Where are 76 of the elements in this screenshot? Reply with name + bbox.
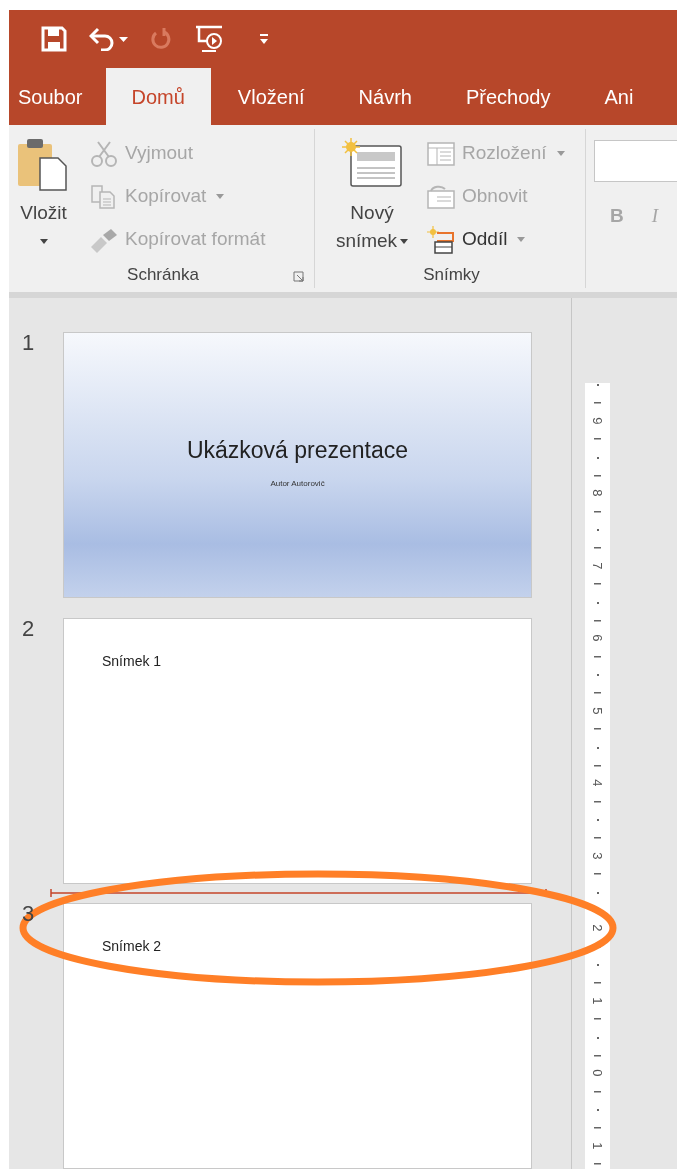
ruler-label: 9	[589, 416, 607, 424]
ruler-tick	[597, 746, 599, 749]
ribbon-tab[interactable]: Ani	[577, 68, 661, 125]
ruler-tick	[594, 873, 601, 875]
ribbon-tab[interactable]: Domů	[105, 68, 211, 125]
slide-title: Ukázková prezentace	[186, 436, 409, 465]
ruler-tick	[594, 1090, 601, 1093]
ruler-label: 4	[589, 779, 607, 787]
ruler-tick	[594, 438, 601, 440]
ruler-tick	[594, 692, 601, 694]
ruler-label: 0	[589, 1069, 607, 1077]
ruler-tick	[594, 1163, 601, 1165]
ruler-tick	[594, 837, 601, 839]
ruler-tick	[594, 800, 601, 803]
ruler-label: 5	[589, 706, 607, 714]
group-label: Schránka	[127, 264, 199, 287]
ruler-tick	[594, 474, 601, 477]
redo-icon	[150, 27, 172, 51]
ruler-tick	[594, 764, 601, 767]
ruler-tick	[597, 529, 599, 531]
ruler-tick	[597, 601, 599, 604]
save-icon	[41, 26, 67, 52]
ruler-tick	[594, 982, 601, 984]
slide-title: Snímek 2	[102, 938, 162, 954]
ribbon-tab[interactable]: Návrh	[331, 68, 439, 125]
ruler-label: 3	[589, 851, 607, 859]
font-name-field[interactable]	[594, 140, 677, 182]
slide-thumbnail[interactable]: Snímek 1	[63, 617, 532, 884]
group-label: Snímky	[423, 264, 480, 287]
new-slide-icon	[341, 138, 403, 190]
ruler-tick	[597, 456, 599, 459]
ruler-tick	[594, 1127, 601, 1129]
reset-icon	[427, 184, 455, 209]
ruler-label: 2	[589, 924, 607, 932]
ruler-tick	[594, 583, 601, 585]
ruler-tick	[597, 1036, 599, 1039]
ruler-tick	[594, 1018, 601, 1020]
ruler-tick	[597, 1109, 599, 1111]
ruler-tick	[597, 674, 599, 676]
new-slide-button[interactable]: Nový snímek	[318, 129, 426, 262]
ruler-label: 1	[589, 996, 607, 1004]
scissors-icon	[90, 139, 118, 168]
slide-thumbnail[interactable]: Ukázková prezentace Autor Autorovič	[63, 332, 532, 598]
ruler-tick	[594, 1054, 601, 1057]
slide-number: 2	[21, 617, 36, 643]
ribbon-tab[interactable]: Přechody	[438, 68, 578, 125]
ruler-tick	[594, 547, 601, 549]
ruler-tick	[597, 384, 599, 386]
ruler-tick	[594, 655, 601, 658]
ruler-tick	[594, 619, 601, 622]
ruler-tick	[594, 510, 601, 513]
slide-title: Snímek 1	[102, 652, 162, 669]
slide-number: 1	[21, 332, 36, 357]
layout-icon	[427, 141, 455, 166]
paste-button[interactable]: Vložit	[12, 129, 75, 262]
ruler-tick	[597, 964, 599, 966]
ruler-tick	[597, 819, 599, 821]
ruler-label: 1	[589, 1141, 607, 1149]
ribbon-tab[interactable]: Soubor	[18, 68, 106, 125]
ruler-label: 6	[589, 634, 607, 642]
ruler-label: 7	[589, 561, 607, 569]
undo-icon	[89, 27, 115, 51]
ruler-tick	[594, 728, 601, 730]
slide-subtitle: Autor Autorovič	[270, 477, 325, 490]
customize-icon	[258, 33, 270, 45]
slideshow-icon	[194, 25, 224, 53]
ruler-tick	[594, 402, 601, 404]
dialog-launcher-icon[interactable]	[293, 271, 304, 282]
ribbon-tab[interactable]: Vložení	[210, 68, 332, 125]
section-button[interactable]: Oddíl	[426, 218, 565, 261]
section-icon	[427, 225, 455, 254]
slide-thumbnail[interactable]: Snímek 2	[63, 903, 532, 1169]
ruler-label: 8	[589, 489, 607, 497]
copy-icon	[90, 183, 118, 210]
paintbrush-icon	[89, 226, 119, 253]
ruler-tick	[597, 891, 599, 894]
